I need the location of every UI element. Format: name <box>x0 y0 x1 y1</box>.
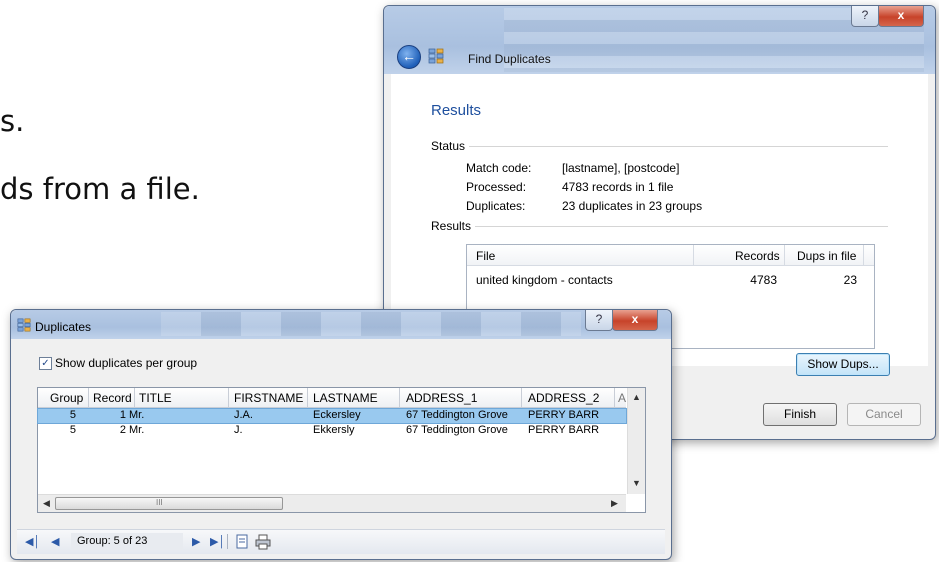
duplicates-window: Duplicates ? x ✓ Show duplicates per gro… <box>10 309 672 560</box>
cell-record: 2 <box>119 424 126 436</box>
cell-firstname: J. <box>234 424 243 436</box>
scroll-up-icon[interactable]: ▲ <box>632 392 641 402</box>
table-row[interactable]: 5 2 Mr. J. Ekkersly 67 Teddington Grove … <box>38 424 626 438</box>
column-header-firstname[interactable]: FIRSTNAME <box>234 391 303 405</box>
window-title: Duplicates <box>35 320 92 334</box>
show-per-group-label[interactable]: Show duplicates per group <box>55 356 197 370</box>
status-group-label: Status <box>431 139 470 153</box>
processed-label: Processed: <box>466 180 527 194</box>
column-header-address1[interactable]: ADDRESS_1 <box>406 391 477 405</box>
next-group-icon[interactable]: ▶ <box>192 535 200 548</box>
column-divider[interactable] <box>863 245 864 265</box>
cell-title: Mr. <box>129 409 145 421</box>
duplicates-value: 23 duplicates in 23 groups <box>562 199 703 213</box>
column-divider[interactable] <box>307 388 308 407</box>
processed-value: 4783 records in 1 file <box>562 180 674 194</box>
scroll-down-icon[interactable]: ▼ <box>632 478 641 488</box>
column-header-address2[interactable]: ADDRESS_2 <box>528 391 599 405</box>
results-group-label: Results <box>431 219 476 233</box>
cell-address1: 67 Teddington Grove <box>406 424 508 436</box>
column-header-records[interactable]: Records <box>735 249 780 263</box>
horizontal-scrollbar[interactable]: ◀ III ▶ <box>38 494 626 512</box>
cell-dups: 23 <box>843 273 857 287</box>
print-icon[interactable] <box>255 534 271 550</box>
column-header-lastname[interactable]: LASTNAME <box>313 391 378 405</box>
status-group-line <box>431 146 888 147</box>
window-titlebar <box>11 310 671 339</box>
column-header-record[interactable]: Record <box>93 391 132 405</box>
results-heading: Results <box>431 102 482 119</box>
duplicates-grid: Group Record TITLE FIRSTNAME LASTNAME AD… <box>37 387 646 513</box>
help-button[interactable]: ? <box>851 6 879 27</box>
group-navigation-bar: ◀│ ◀ Group: 5 of 23 ▶ ▶│ <box>17 529 665 554</box>
show-per-group-checkbox[interactable]: ✓ <box>39 357 52 370</box>
show-dups-button[interactable]: Show Dups... <box>796 353 890 376</box>
slide-text-line-1: s. <box>0 104 25 138</box>
close-button[interactable]: x <box>878 6 924 27</box>
previous-group-icon[interactable]: ◀ <box>51 535 59 548</box>
vertical-scrollbar[interactable]: ▲ ▼ <box>627 388 645 494</box>
cancel-button[interactable]: Cancel <box>847 403 921 426</box>
background-blur <box>161 312 581 336</box>
duplicates-label: Duplicates: <box>466 199 526 213</box>
column-divider[interactable] <box>521 388 522 407</box>
results-group-line <box>431 226 888 227</box>
column-divider[interactable] <box>693 245 694 265</box>
cell-address2: PERRY BARR <box>528 409 600 421</box>
last-group-icon[interactable]: ▶│ <box>210 535 225 548</box>
column-divider[interactable] <box>784 245 785 265</box>
cell-file: united kingdom - contacts <box>476 273 613 287</box>
finish-button[interactable]: Finish <box>763 403 837 426</box>
cell-group: 5 <box>69 409 76 421</box>
cell-title: Mr. <box>129 424 145 436</box>
thumb-grip: III <box>156 498 163 507</box>
cell-lastname: Eckersley <box>313 409 361 421</box>
cell-lastname: Ekkersly <box>313 424 355 436</box>
scroll-thumb[interactable]: III <box>55 497 283 510</box>
column-divider[interactable] <box>399 388 400 407</box>
duplicates-app-icon <box>17 318 31 332</box>
cell-address2: PERRY BARR <box>528 424 600 436</box>
column-divider[interactable] <box>614 388 615 407</box>
slide-text-line-2: ds from a file. <box>0 172 200 206</box>
export-page-icon[interactable] <box>235 534 249 550</box>
duplicates-content: ✓ Show duplicates per group Group Record… <box>17 339 665 554</box>
match-code-label: Match code: <box>466 161 532 175</box>
column-divider[interactable] <box>134 388 135 407</box>
toolbar-separator <box>227 534 228 549</box>
column-header-title[interactable]: TITLE <box>139 391 172 405</box>
cell-firstname: J.A. <box>234 409 253 421</box>
match-code-value: [lastname], [postcode] <box>562 161 680 175</box>
back-arrow-icon[interactable]: ← <box>397 45 421 69</box>
table-row[interactable]: 5 1 Mr. J.A. Eckersley 67 Teddington Gro… <box>37 408 627 424</box>
first-group-icon[interactable]: ◀│ <box>25 535 40 548</box>
column-header-group[interactable]: Group <box>50 391 83 405</box>
close-button[interactable]: x <box>612 310 658 331</box>
cell-address1: 67 Teddington Grove <box>406 409 508 421</box>
cell-group: 5 <box>69 424 76 436</box>
duplicates-app-icon <box>428 48 444 64</box>
table-header: File Records Dups in file <box>467 245 874 266</box>
column-divider[interactable] <box>88 388 89 407</box>
column-divider[interactable] <box>228 388 229 407</box>
column-header-dups[interactable]: Dups in file <box>797 249 856 263</box>
scroll-right-icon[interactable]: ▶ <box>611 498 618 509</box>
cell-record: 1 <box>119 409 126 421</box>
group-position-field: Group: 5 of 23 <box>71 533 183 550</box>
scroll-left-icon[interactable]: ◀ <box>43 498 50 509</box>
help-button[interactable]: ? <box>585 310 613 331</box>
window-title: Find Duplicates <box>468 52 551 66</box>
column-header-file[interactable]: File <box>476 249 495 263</box>
cell-records: 4783 <box>750 273 777 287</box>
grid-header: Group Record TITLE FIRSTNAME LASTNAME AD… <box>38 388 626 408</box>
column-header-more[interactable]: A <box>618 391 626 405</box>
